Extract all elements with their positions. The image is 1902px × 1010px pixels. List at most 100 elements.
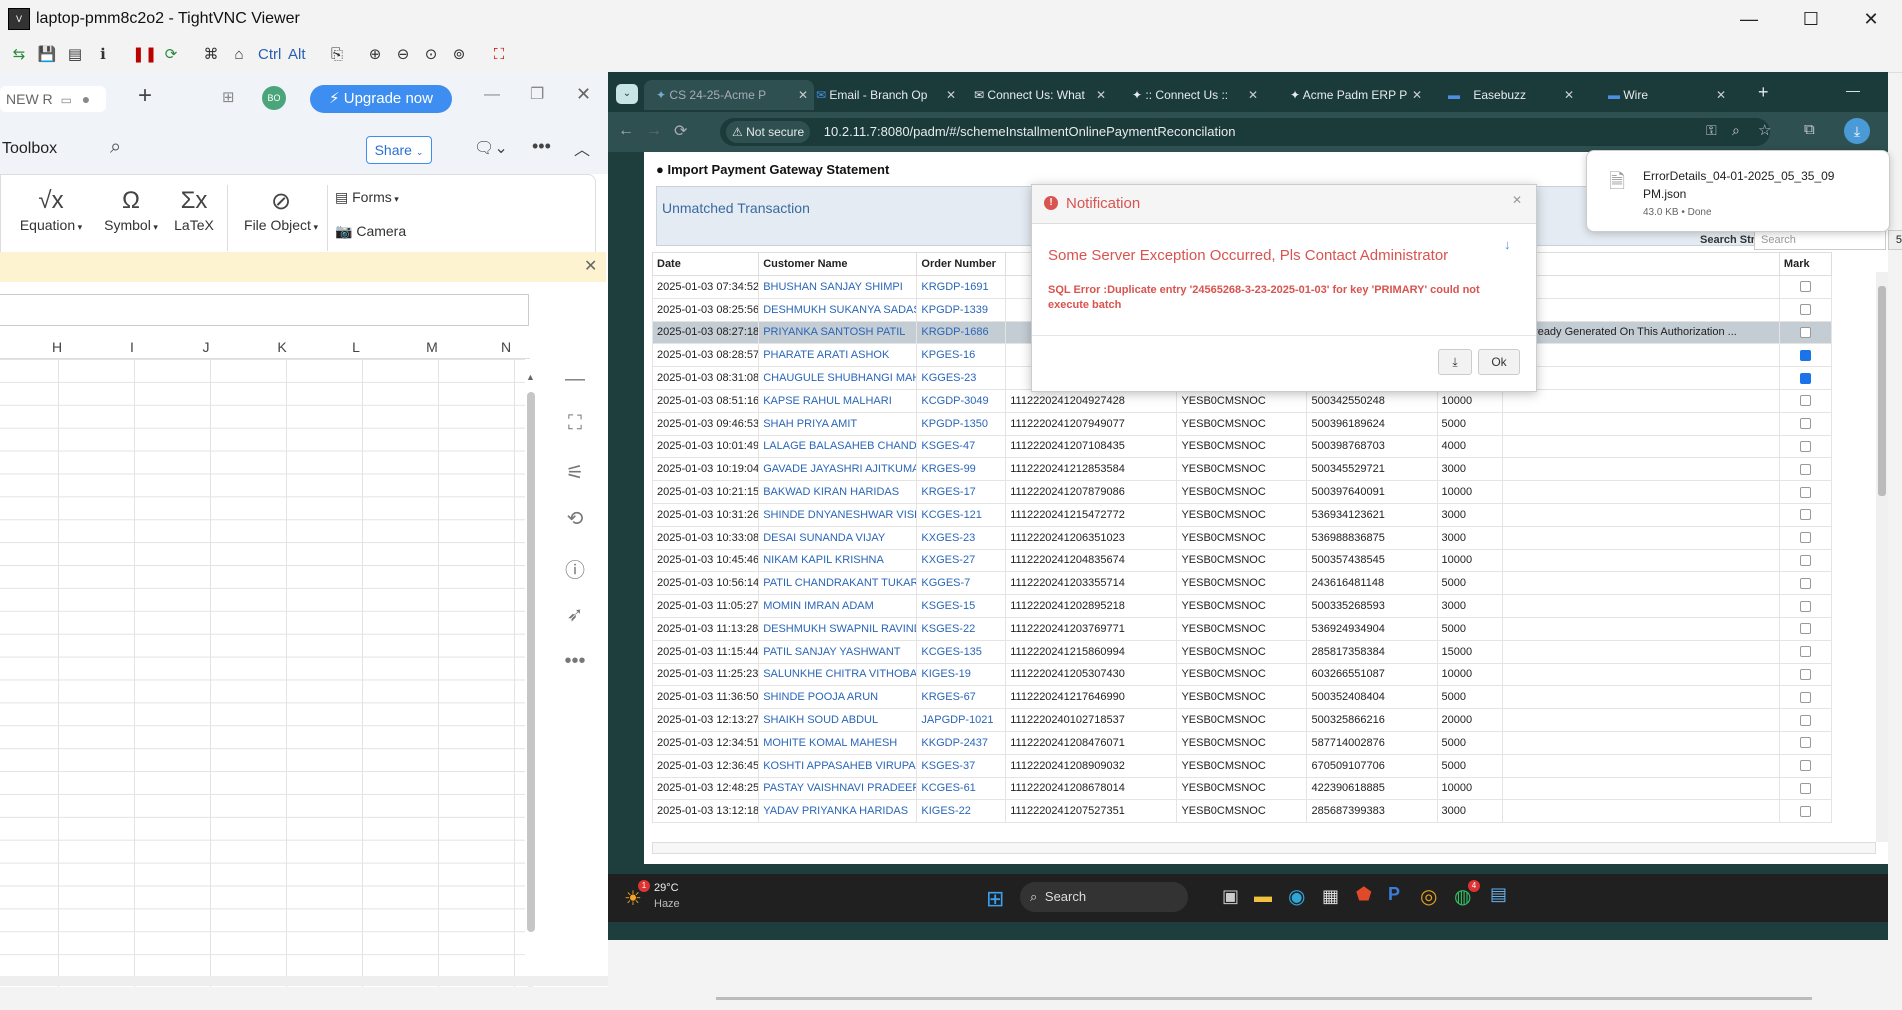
row-mark[interactable]: [1778, 571, 1833, 596]
mark-checkbox[interactable]: [1799, 304, 1811, 316]
row-order-number[interactable]: KIGES-22: [916, 799, 1007, 824]
equation-button[interactable]: √x Equation ▾: [11, 187, 91, 233]
table-row[interactable]: 2025-01-03 11:13:28.0 DESHMUKH SWAPNIL RA…: [652, 616, 1833, 641]
row-order-number[interactable]: KIGES-19: [916, 662, 1007, 687]
row-customer-name[interactable]: CHAUGULE SHUBHANGI MAHESH: [758, 366, 918, 390]
bookmark-star-icon[interactable]: ☆: [1758, 121, 1771, 139]
table-row[interactable]: 2025-01-03 11:36:50.0 SHINDE POOJA ARUN KR…: [652, 685, 1833, 710]
row-mark[interactable]: [1778, 343, 1833, 368]
row-order-number[interactable]: KRGES-17: [916, 480, 1007, 504]
mark-checkbox[interactable]: [1799, 691, 1811, 703]
upgrade-button[interactable]: ⚡ Upgrade now: [310, 85, 452, 113]
sliders-icon[interactable]: ⚟: [562, 460, 588, 486]
table-row[interactable]: 2025-01-03 10:45:46.0 NIKAM KAPIL KRISHNA…: [652, 548, 1833, 573]
row-customer-name[interactable]: PATIL SANJAY YASHWANT: [758, 639, 918, 664]
table-row[interactable]: 2025-01-03 11:15:44.0 PATIL SANJAY YASHWA…: [652, 639, 1833, 664]
tab-close-icon[interactable]: ✕: [798, 80, 808, 110]
ctrl-key-button[interactable]: Ctrl: [258, 46, 281, 63]
row-order-number[interactable]: KSGES-22: [916, 616, 1007, 641]
mark-checkbox[interactable]: [1799, 349, 1811, 361]
row-mark[interactable]: [1778, 480, 1833, 504]
row-order-number[interactable]: KCGES-135: [916, 639, 1007, 664]
row-order-number[interactable]: KXGES-23: [916, 525, 1007, 550]
row-customer-name[interactable]: SHINDE DNYANESHWAR VISHNU: [758, 502, 918, 527]
row-mark[interactable]: [1778, 730, 1833, 755]
row-order-number[interactable]: KGGES-7: [916, 571, 1007, 596]
row-customer-name[interactable]: SHINDE POOJA ARUN: [758, 685, 918, 710]
table-row[interactable]: 2025-01-03 10:33:08.0 DESAI SUNANDA VIJAY…: [652, 525, 1833, 550]
row-customer-name[interactable]: KAPSE RAHUL MALHARI: [758, 388, 918, 413]
row-order-number[interactable]: KCGES-61: [916, 776, 1007, 801]
row-mark[interactable]: [1778, 685, 1833, 710]
row-order-number[interactable]: KSGES-47: [916, 434, 1007, 459]
sheet-vertical-scrollbar[interactable]: ▲ ▼: [525, 372, 537, 997]
mark-checkbox[interactable]: [1799, 714, 1811, 726]
row-order-number[interactable]: KGGES-23: [916, 366, 1007, 390]
mark-checkbox[interactable]: [1799, 463, 1811, 475]
password-key-icon[interactable]: ⚿: [1706, 122, 1717, 139]
table-row[interactable]: 2025-01-03 09:46:53.0 SHAH PRIYA AMIT KPGD…: [652, 411, 1833, 436]
row-customer-name[interactable]: LALAGE BALASAHEB CHANDRAKANT: [758, 434, 918, 459]
row-customer-name[interactable]: PRIYANKA SANTOSH PATIL: [758, 320, 918, 345]
col-date[interactable]: Date: [652, 252, 760, 276]
col-header-i[interactable]: I: [112, 339, 152, 355]
row-mark[interactable]: [1778, 411, 1833, 436]
mark-checkbox[interactable]: [1799, 669, 1811, 681]
table-vertical-scrollbar[interactable]: [1876, 272, 1888, 842]
row-mark[interactable]: [1778, 639, 1833, 664]
notepad-icon[interactable]: ▤: [1490, 884, 1507, 905]
table-horizontal-scrollbar[interactable]: [652, 842, 1876, 854]
office-minimize-icon[interactable]: —: [484, 86, 500, 104]
download-filename[interactable]: ErrorDetails_04-01-2025_05_35_09 PM.json: [1643, 167, 1843, 203]
modal-download-arrow-icon[interactable]: ↓: [1504, 237, 1511, 252]
search-input[interactable]: Search: [1754, 230, 1886, 250]
table-row[interactable]: 2025-01-03 08:51:16.0 KAPSE RAHUL MALHARI…: [652, 388, 1833, 413]
modal-download-button[interactable]: ⤓: [1438, 349, 1472, 375]
row-order-number[interactable]: KXGES-27: [916, 548, 1007, 573]
taskbar-search[interactable]: ⌕ Search: [1020, 882, 1188, 912]
mark-checkbox[interactable]: [1799, 441, 1811, 453]
row-customer-name[interactable]: KOSHTI APPASAHEB VIRUPAKSH: [758, 753, 918, 778]
close-window-button[interactable]: ✕: [1848, 6, 1894, 32]
start-button[interactable]: ⊞: [986, 886, 1004, 912]
table-row[interactable]: 2025-01-03 10:21:15.0 BAKWAD KIRAN HARIDA…: [652, 480, 1833, 504]
mark-checkbox[interactable]: [1799, 372, 1811, 384]
save-icon[interactable]: 💾: [36, 44, 58, 66]
file-explorer-icon[interactable]: ▬: [1254, 886, 1272, 907]
table-row[interactable]: 2025-01-03 12:48:25.0 PASTAY VAISHNAVI PR…: [652, 776, 1833, 801]
browser-tab-5[interactable]: ✦ Acme Padm ERP P ✕: [1284, 80, 1428, 110]
table-row[interactable]: 2025-01-03 10:56:14.0 PATIL CHANDRAKANT T…: [652, 571, 1833, 596]
browser-tab-7[interactable]: ▬ Wire ✕: [1602, 80, 1732, 110]
mark-checkbox[interactable]: [1799, 509, 1811, 521]
mark-checkbox[interactable]: [1799, 327, 1811, 339]
new-tab-plus-icon[interactable]: +: [138, 82, 152, 110]
row-customer-name[interactable]: PATIL CHANDRAKANT TUKARAM: [758, 571, 918, 596]
row-mark[interactable]: [1778, 776, 1833, 801]
calendar-icon[interactable]: ⊞: [222, 88, 235, 106]
mark-checkbox[interactable]: [1799, 281, 1811, 293]
mark-checkbox[interactable]: [1799, 418, 1811, 430]
maximize-button[interactable]: ☐: [1788, 6, 1834, 32]
spreadsheet-grid[interactable]: [0, 359, 525, 1004]
tab-close-icon[interactable]: ✕: [1716, 80, 1726, 110]
minimize-button[interactable]: —: [1726, 6, 1772, 32]
table-row[interactable]: 2025-01-03 12:36:45.0 KOSHTI APPASAHEB VI…: [652, 753, 1833, 778]
row-customer-name[interactable]: GAVADE JAYASHRI AJITKUMAR: [758, 457, 918, 482]
sheet-horizontal-scrollbar[interactable]: [0, 976, 608, 986]
row-order-number[interactable]: KRGES-67: [916, 685, 1007, 710]
collapse-ribbon-icon[interactable]: ︿: [574, 136, 590, 160]
row-customer-name[interactable]: MOHITE KOMAL MAHESH: [758, 730, 918, 755]
doc-tab[interactable]: NEW R ▭ ●: [0, 86, 106, 112]
forms-button[interactable]: ▤ Forms ▾: [335, 189, 399, 206]
clipboard-icon[interactable]: ⎘: [326, 44, 348, 66]
table-row[interactable]: 2025-01-03 10:19:04.0 GAVADE JAYASHRI AJI…: [652, 457, 1833, 482]
new-connection-icon[interactable]: ⇆: [8, 44, 30, 66]
col-customer-name[interactable]: Customer Name: [758, 252, 918, 276]
refresh-icon[interactable]: ⟳: [160, 44, 182, 66]
table-scroll-thumb[interactable]: [1878, 286, 1886, 496]
office-restore-icon[interactable]: ❐: [530, 84, 544, 104]
browser-tab-4[interactable]: ✦ :: Connect Us :: ✕: [1126, 80, 1264, 110]
zoom-in-icon[interactable]: ⊕: [364, 44, 386, 66]
col-order-number[interactable]: Order Number: [916, 252, 1007, 276]
tab-close-icon[interactable]: ✕: [1412, 80, 1422, 110]
